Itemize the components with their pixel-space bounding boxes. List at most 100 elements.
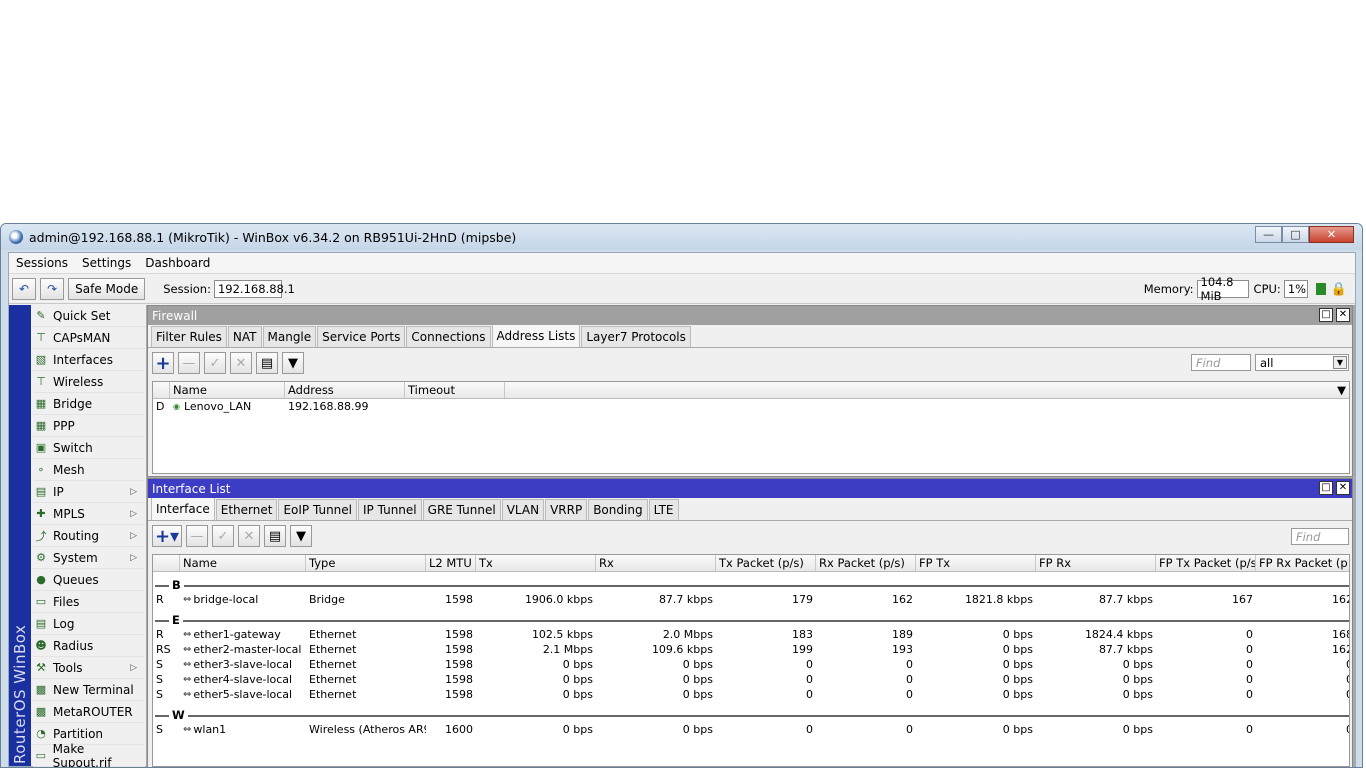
title-bar[interactable]: admin@192.168.88.1 (MikroTik) - WinBox v…	[1, 224, 1362, 250]
filter-interface-button[interactable]: ▼	[290, 525, 312, 547]
sidebar-item-make-supout-rif[interactable]: ▭ Make Supout.rif	[33, 742, 145, 767]
firewall-tab-filter-rules[interactable]: Filter Rules	[151, 326, 227, 347]
firewall-tab-connections[interactable]: Connections	[406, 326, 491, 347]
sidebar-item-switch[interactable]: ▣ Switch	[33, 437, 145, 459]
disable-button[interactable]: ✕	[230, 352, 252, 374]
col-timeout[interactable]: Timeout	[405, 382, 505, 398]
memory-label: Memory:	[1143, 282, 1194, 296]
sidebar-item-routing[interactable]: ⤴ Routing ▷	[33, 525, 145, 547]
column-chooser-icon[interactable]: ▼	[505, 382, 1349, 398]
menu-sessions[interactable]: Sessions	[9, 256, 75, 270]
table-row[interactable]: D ◉ Lenovo_LAN 192.168.88.99	[153, 399, 1349, 414]
col-rxp[interactable]: Rx Packet (p/s)	[816, 555, 916, 571]
firewall-filter-select[interactable]: all ▼	[1255, 354, 1349, 371]
add-interface-button[interactable]: +▾	[152, 525, 182, 547]
firewall-find-input[interactable]: Find	[1191, 354, 1251, 371]
firewall-title-bar[interactable]: Firewall □ ✕	[148, 306, 1352, 325]
sidebar-item-quick-set[interactable]: ✎ Quick Set	[33, 305, 145, 327]
firewall-maximize-button[interactable]: □	[1319, 308, 1333, 322]
col-rx[interactable]: Rx	[596, 555, 716, 571]
row-address: 192.168.88.99	[288, 400, 369, 413]
interface-tab-eoip-tunnel[interactable]: EoIP Tunnel	[278, 499, 357, 520]
enable-button[interactable]: ✓	[204, 352, 226, 374]
sidebar-item-radius[interactable]: ☻ Radius	[33, 635, 145, 657]
col-address[interactable]: Address	[285, 382, 405, 398]
col-fptxp[interactable]: FP Tx Packet (p/s)	[1156, 555, 1256, 571]
col-name[interactable]: Name	[170, 382, 285, 398]
interface-tab-gre-tunnel[interactable]: GRE Tunnel	[422, 499, 501, 520]
sidebar-item-ppp[interactable]: ▦ PPP	[33, 415, 145, 437]
menu-settings[interactable]: Settings	[75, 256, 138, 270]
sidebar-item-new-terminal[interactable]: ▩ New Terminal	[33, 679, 145, 701]
undo-button[interactable]: ↶	[12, 277, 37, 300]
comment-button[interactable]: ▤	[256, 352, 278, 374]
table-row[interactable]: RS ⇔ ether2-master-local Ethernet 1598 2.1 Mb…	[153, 642, 1349, 657]
col-tx[interactable]: Tx	[476, 555, 596, 571]
sidebar-item-bridge[interactable]: ▦ Bridge	[33, 393, 145, 415]
cross-icon: ✕	[243, 528, 255, 544]
interface-close-button[interactable]: ✕	[1336, 481, 1350, 495]
session-field[interactable]: 192.168.88.1	[213, 279, 295, 298]
interface-tab-lte[interactable]: LTE	[648, 499, 679, 520]
table-row[interactable]: R ⇔ bridge-local Bridge 1598 1906.0 kbps 87.7 …	[153, 592, 1349, 607]
close-button[interactable]: ✕	[1309, 226, 1354, 243]
sidebar-item-mesh[interactable]: ∘ Mesh	[33, 459, 145, 481]
sidebar-item-capsman[interactable]: ⊤ CAPsMAN	[33, 327, 145, 349]
firewall-tab-layer7-protocols[interactable]: Layer7 Protocols	[581, 326, 691, 347]
interface-find-input[interactable]: Find	[1291, 528, 1349, 545]
remove-interface-button[interactable]: —	[186, 525, 208, 547]
table-row[interactable]: S ⇔ ether3-slave-local Ethernet 1598 0 bps 0 b…	[153, 657, 1349, 672]
filter-button[interactable]: ▼	[282, 352, 304, 374]
sidebar-item-system[interactable]: ⚙ System ▷	[33, 547, 145, 569]
interface-name: wlan1	[193, 723, 227, 736]
interface-tab-interface[interactable]: Interface	[151, 497, 215, 520]
col-type[interactable]: Type	[306, 555, 426, 571]
col-txp[interactable]: Tx Packet (p/s)	[716, 555, 816, 571]
table-row[interactable]: S ⇔ ether4-slave-local Ethernet 1598 0 bps 0 b…	[153, 672, 1349, 687]
sidebar-item-mpls[interactable]: ✚ MPLS ▷	[33, 503, 145, 525]
col-fprxp[interactable]: FP Rx Packet (p	[1256, 555, 1349, 571]
safe-mode-button[interactable]: Safe Mode	[68, 277, 146, 300]
disable-interface-button[interactable]: ✕	[238, 525, 260, 547]
table-row[interactable]: S⇔wlan1Wireless (Atheros AR9...16000 bps…	[153, 722, 1349, 737]
sidebar-item-label: System	[53, 550, 98, 565]
interface-maximize-button[interactable]: □	[1319, 481, 1333, 495]
col-fprx[interactable]: FP Rx	[1036, 555, 1156, 571]
col-flag[interactable]	[153, 382, 170, 398]
interface-tab-ip-tunnel[interactable]: IP Tunnel	[358, 499, 422, 520]
menu-dashboard[interactable]: Dashboard	[138, 256, 217, 270]
col-flag[interactable]	[153, 555, 180, 571]
interface-list-title-bar[interactable]: Interface List □ ✕	[148, 479, 1352, 498]
col-name[interactable]: Name	[180, 555, 306, 571]
remove-button[interactable]: —	[178, 352, 200, 374]
sidebar-item-tools[interactable]: ⚒ Tools ▷	[33, 657, 145, 679]
sidebar-item-log[interactable]: ▤ Log	[33, 613, 145, 635]
firewall-close-button[interactable]: ✕	[1336, 308, 1350, 322]
interface-tab-bonding[interactable]: Bonding	[588, 499, 648, 520]
comment-interface-button[interactable]: ▤	[264, 525, 286, 547]
enable-interface-button[interactable]: ✓	[212, 525, 234, 547]
sidebar-item-metarouter[interactable]: ▩ MetaROUTER	[33, 701, 145, 723]
sidebar-item-wireless[interactable]: ⊤ Wireless	[33, 371, 145, 393]
table-row[interactable]: R ⇔ ether1-gateway Ethernet 1598 102.5 kbps 2.…	[153, 627, 1349, 642]
redo-button[interactable]: ↷	[40, 277, 65, 300]
interface-tab-ethernet[interactable]: Ethernet	[215, 499, 278, 520]
cell-txp: 199	[792, 643, 813, 656]
cell-fptx: 0 bps	[1002, 688, 1033, 701]
sidebar-item-interfaces[interactable]: ▧ Interfaces	[33, 349, 145, 371]
firewall-tab-address-lists[interactable]: Address Lists	[491, 324, 581, 347]
col-fptx[interactable]: FP Tx	[916, 555, 1036, 571]
sidebar-item-files[interactable]: ▭ Files	[33, 591, 145, 613]
minimize-button[interactable]: —	[1255, 226, 1282, 243]
firewall-tab-service-ports[interactable]: Service Ports	[317, 326, 406, 347]
firewall-tab-nat[interactable]: NAT	[227, 326, 262, 347]
sidebar-item-ip[interactable]: ▤ IP ▷	[33, 481, 145, 503]
maximize-button[interactable]: □	[1282, 226, 1309, 243]
firewall-tab-mangle[interactable]: Mangle	[262, 326, 317, 347]
interface-tab-vlan[interactable]: VLAN	[501, 499, 545, 520]
add-button[interactable]: +	[152, 352, 174, 374]
interface-tab-vrrp[interactable]: VRRP	[545, 499, 588, 520]
table-row[interactable]: S ⇔ ether5-slave-local Ethernet 1598 0 bps 0 b…	[153, 687, 1349, 702]
sidebar-item-queues[interactable]: ● Queues	[33, 569, 145, 591]
col-mtu[interactable]: L2 MTU	[426, 555, 476, 571]
